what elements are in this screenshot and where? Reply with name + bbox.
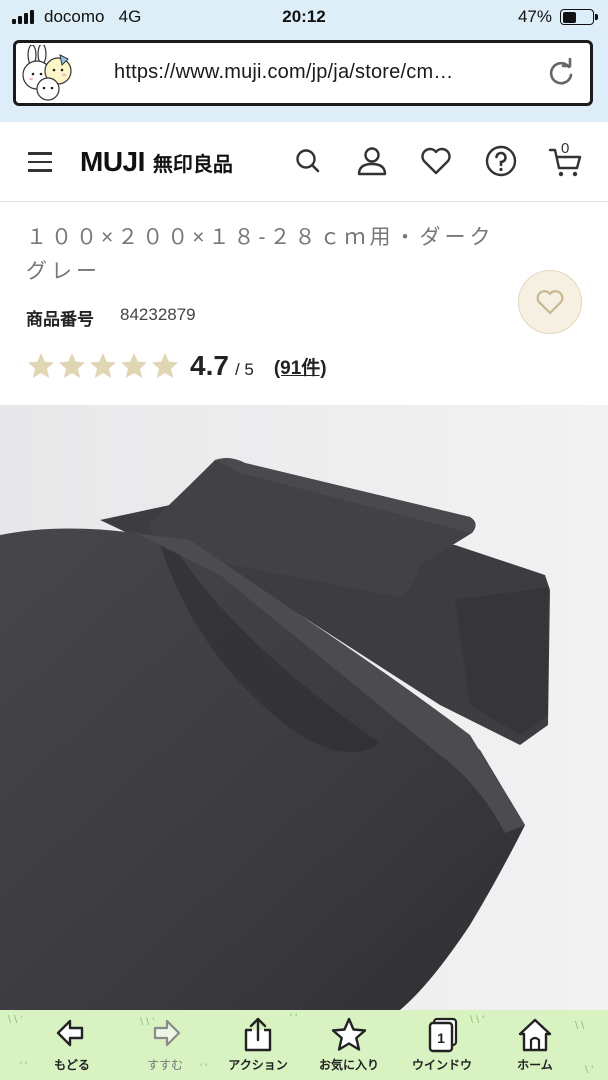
star-icon (152, 353, 178, 378)
cart-button[interactable]: 0 (548, 140, 588, 180)
window-count: 1 (437, 1030, 445, 1046)
sku-label: 商品番号 (26, 310, 94, 329)
battery-percent: 47% (517, 7, 552, 26)
star-icon (90, 353, 116, 378)
rating-max: / 5 (234, 360, 254, 379)
reload-icon[interactable] (546, 58, 576, 88)
star-icon (28, 353, 54, 378)
cart-count: 0 (561, 140, 570, 157)
review-count-link[interactable]: (91件) (274, 353, 327, 380)
account-icon[interactable] (355, 144, 389, 178)
share-icon (244, 1017, 272, 1052)
star-icon (59, 353, 85, 378)
url-text: https://www.muji.com/jp/ja/store/cm… (114, 61, 454, 83)
address-bar[interactable]: https://www.muji.com/jp/ja/store/cm… (13, 40, 593, 106)
mascot-avatar-icon (22, 45, 72, 101)
share-label: アクション (228, 1058, 288, 1072)
forward-label: すすむ (146, 1058, 183, 1072)
bedding-photo (0, 405, 608, 1010)
product-name: １００×２００×１８-２８ｃｍ用・ダークグレー (26, 226, 495, 283)
heart-outline-icon (536, 290, 564, 315)
forward-arrow-icon (153, 1019, 181, 1047)
product-image[interactable] (0, 405, 608, 1010)
rating-stars (26, 351, 180, 381)
help-icon[interactable] (484, 144, 518, 178)
logo-en: MUJI (80, 146, 145, 177)
site-header: MUJI 無印良品 0 (0, 122, 608, 202)
home-icon (518, 1018, 552, 1052)
bookmarks-label: お気に入り (318, 1058, 379, 1072)
tabs-button[interactable]: 1 ウインドウ (392, 1016, 492, 1073)
bookmark-star-icon (331, 1017, 367, 1051)
forward-button[interactable]: すすむ (115, 1016, 215, 1073)
battery-icon (560, 9, 598, 25)
share-button[interactable]: アクション (208, 1016, 308, 1073)
back-button[interactable]: もどる (22, 1016, 122, 1073)
tabs-label: ウインドウ (411, 1058, 472, 1072)
home-label: ホーム (517, 1058, 553, 1072)
search-icon[interactable] (291, 144, 325, 178)
product-sku: 商品番号 84232879 (26, 305, 196, 330)
status-time: 20:12 (282, 7, 326, 26)
logo-ja: 無印良品 (152, 154, 233, 176)
favorite-icon[interactable] (419, 144, 453, 178)
star-icon (121, 353, 147, 378)
bookmarks-button[interactable]: お気に入り (299, 1016, 399, 1073)
back-arrow-icon (56, 1019, 84, 1047)
add-favorite-button[interactable] (518, 270, 582, 334)
rating-value: 4.7 (190, 350, 229, 381)
window-icon: 1 (428, 1017, 458, 1053)
home-button[interactable]: ホーム (485, 1016, 585, 1073)
sku-value: 84232879 (120, 305, 196, 324)
muji-logo[interactable]: MUJI 無印良品 (80, 146, 233, 178)
status-bar: docomo 4G 20:12 47% (0, 0, 608, 34)
menu-icon[interactable] (28, 152, 52, 172)
product-rating: 4.7 / 5 (91件) (26, 346, 327, 386)
browser-address-area: https://www.muji.com/jp/ja/store/cm… (0, 34, 608, 122)
back-label: もどる (54, 1058, 90, 1072)
browser-toolbar: \ \ ' \ \ ' ' ' \ \ ' \ \ ' ' ' ' \ ' もど… (0, 1010, 608, 1080)
